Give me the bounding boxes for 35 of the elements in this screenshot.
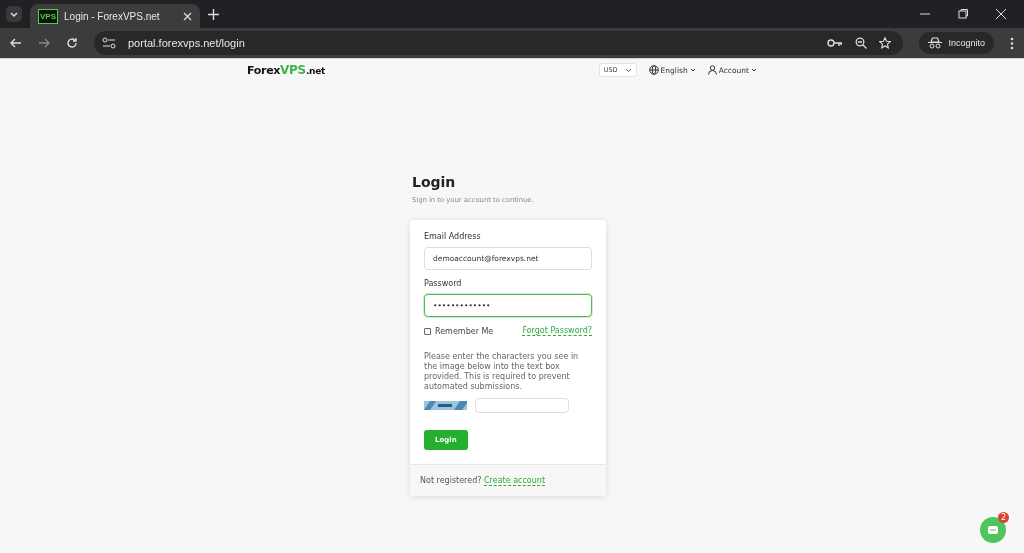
- checkbox-label: Remember Me: [435, 326, 494, 336]
- notification-badge: 2: [998, 512, 1009, 523]
- caret-icon: [751, 68, 757, 72]
- caret-icon: [689, 68, 696, 72]
- tab-search-button[interactable]: [6, 6, 22, 22]
- caret-icon: [9, 9, 19, 19]
- star-icon[interactable]: [879, 37, 892, 49]
- globe-icon: [648, 65, 659, 75]
- footer-text: Not registered?: [420, 476, 483, 485]
- new-tab-icon[interactable]: [208, 8, 219, 20]
- key-icon[interactable]: [827, 38, 844, 48]
- browser-tab[interactable]: VPS Login - ForexVPS.net: [30, 4, 200, 28]
- chat-icon: [988, 526, 998, 534]
- address-bar[interactable]: portal.forexvps.net/login: [94, 31, 904, 55]
- site-logo[interactable]: ForexVPS.net: [247, 63, 325, 77]
- page-title: Login: [412, 174, 457, 190]
- restore-icon[interactable]: [958, 9, 968, 19]
- incognito-button[interactable]: Incognito: [919, 32, 994, 54]
- captcha-instructions: Please enter the characters you see in the image below into the text box provided. This is required to prevent automated submissions.: [424, 352, 580, 392]
- field-label: Password: [424, 279, 463, 288]
- field-label: Email Address: [424, 232, 482, 241]
- close-icon[interactable]: [183, 11, 192, 21]
- site-favicon: VPS: [38, 8, 58, 24]
- remember-checkbox[interactable]: [424, 327, 431, 335]
- close-icon[interactable]: [996, 9, 1006, 19]
- caret-icon: [624, 67, 632, 73]
- captcha-field[interactable]: [475, 398, 569, 413]
- forward-icon[interactable]: [38, 37, 50, 49]
- site-settings-icon[interactable]: [102, 37, 116, 49]
- incognito-icon: [928, 37, 943, 49]
- menu-icon[interactable]: [1010, 36, 1014, 50]
- user-icon: [707, 65, 717, 75]
- reload-icon[interactable]: [66, 37, 78, 49]
- back-icon[interactable]: [10, 37, 22, 49]
- zoom-icon[interactable]: [855, 37, 868, 49]
